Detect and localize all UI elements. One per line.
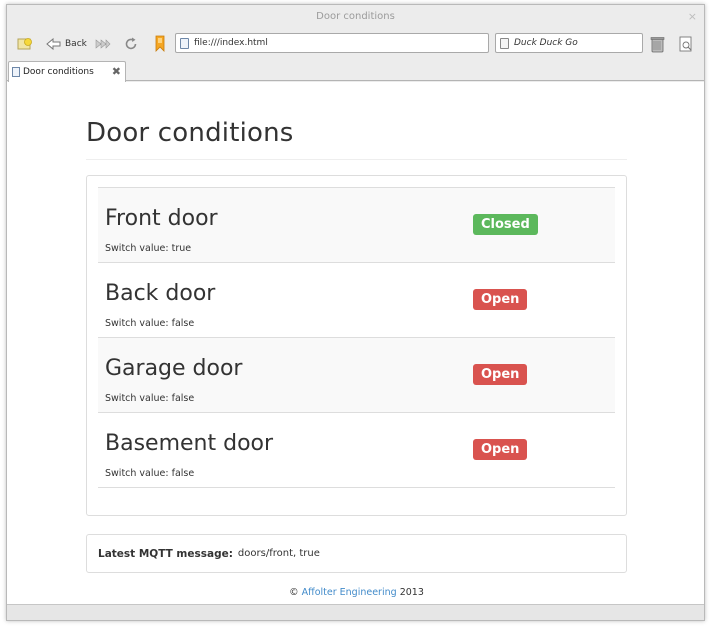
search-bar[interactable]: Duck Duck Go [495,33,643,53]
switch-value-text: Switch value: false [105,468,194,479]
door-name: Front door [105,206,218,231]
print-preview-icon [679,36,692,52]
window-title: Door conditions [316,11,395,22]
switch-value: false [171,468,195,479]
back-arrow-icon [46,37,61,51]
back-button[interactable]: Back [45,34,87,54]
page-title: Door conditions [86,118,294,148]
trash-button[interactable] [650,34,665,54]
tab-label: Door conditions [23,67,94,77]
door-row-basement: Basement door Switch value: false Open [98,413,615,488]
switch-value-label: Switch value: [105,318,169,329]
door-name: Basement door [105,431,274,456]
title-bar: Door conditions × [7,5,704,29]
bookmark-icon [155,35,165,52]
tab-door-conditions[interactable]: Door conditions ✖ [8,61,126,82]
search-placeholder: Duck Duck Go [514,38,578,48]
page-viewport: Door conditions Front door Switch value:… [7,82,704,604]
door-row-garage: Garage door Switch value: false Open [98,338,615,413]
print-preview-button[interactable] [679,34,693,54]
footer: © Affolter Engineering 2013 [86,587,627,598]
doors-table: Front door Switch value: true Closed Bac… [98,187,615,488]
doors-panel: Front door Switch value: true Closed Bac… [86,175,627,516]
switch-value-label: Switch value: [105,468,169,479]
new-window-button[interactable] [17,34,33,54]
browser-toolbar: Back file:///index.html Duck Duck Go [7,29,704,59]
tab-close-icon[interactable]: ✖ [112,65,121,78]
door-row-front: Front door Switch value: true Closed [98,188,615,263]
door-row-back: Back door Switch value: false Open [98,263,615,338]
status-badge: Open [473,289,528,310]
tab-page-icon [12,67,20,77]
switch-value-text: Switch value: true [105,243,191,254]
switch-value: true [171,243,192,254]
tab-strip: Door conditions ✖ [7,59,704,82]
window-close-icon[interactable]: × [688,5,697,29]
door-name: Back door [105,281,216,306]
new-window-icon [17,38,32,50]
status-badge: Open [473,439,528,460]
footer-year: 2013 [399,587,424,598]
copyright-symbol: © [289,587,299,598]
mqtt-message: doors/front, true [237,548,320,559]
url-bar[interactable]: file:///index.html [175,33,489,53]
bookmark-button[interactable] [153,34,167,54]
status-badge: Open [473,364,528,385]
url-text: file:///index.html [194,38,268,48]
switch-value-text: Switch value: false [105,318,194,329]
switch-value-text: Switch value: false [105,393,194,404]
page-container: Door conditions Front door Switch value:… [86,82,627,598]
switch-value-label: Switch value: [105,393,169,404]
title-divider [86,159,627,160]
status-bar [7,604,704,620]
reload-button[interactable] [123,34,139,54]
door-name: Garage door [105,356,243,381]
back-label: Back [65,39,87,49]
switch-value-label: Switch value: [105,243,169,254]
browser-window: Door conditions × Back file:///index.htm… [6,4,705,621]
page-icon [180,37,189,49]
forward-icon [95,39,111,49]
forward-button[interactable] [95,34,111,54]
search-engine-icon [500,37,509,49]
mqtt-label: Latest MQTT message: [98,547,233,560]
switch-value: false [171,393,195,404]
status-badge: Closed [473,214,538,235]
switch-value: false [171,318,195,329]
mqtt-panel: Latest MQTT message: doors/front, true [86,534,627,573]
company-link[interactable]: Affolter Engineering [302,587,397,598]
reload-icon [125,37,137,50]
trash-icon [650,36,665,52]
